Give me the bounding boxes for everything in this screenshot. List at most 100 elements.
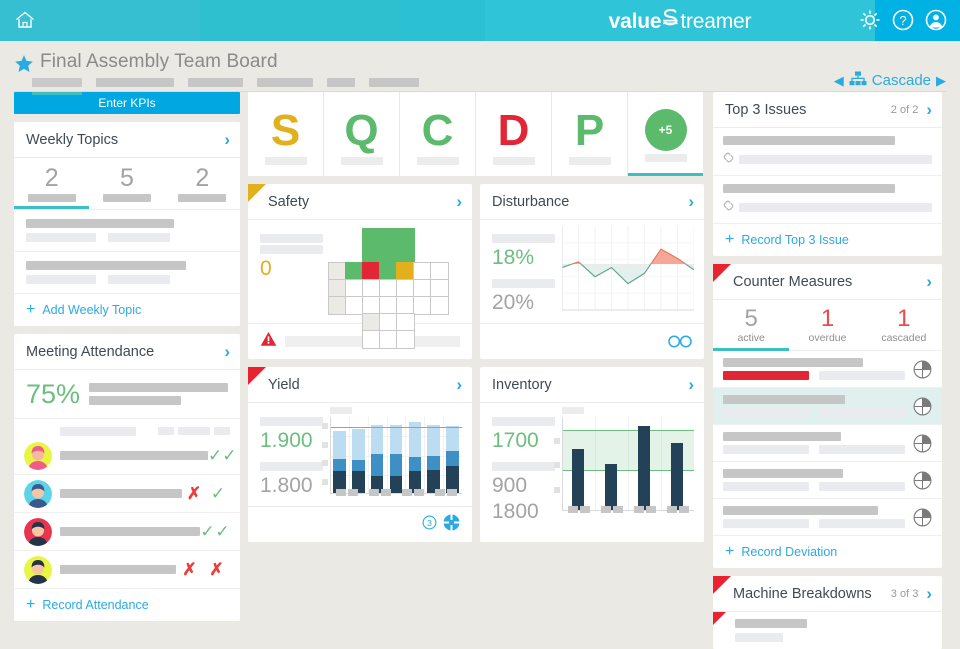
placeholder-label (492, 462, 555, 471)
counter-measures-stat-cascaded[interactable]: 1 cascaded (866, 300, 942, 350)
inventory-bar[interactable] (604, 464, 617, 511)
glasses-icon[interactable] (668, 335, 692, 348)
triangle-left-icon[interactable]: ◀ (834, 73, 844, 89)
yield-bar-segment (408, 457, 422, 471)
user-circle-icon[interactable] (924, 8, 948, 37)
board-tab[interactable] (369, 78, 419, 92)
counter-measure-row[interactable] (713, 499, 942, 536)
cross-icon[interactable]: ✗ (203, 561, 230, 578)
yield-bar[interactable] (352, 417, 365, 494)
check-icon[interactable]: ✓ (206, 485, 230, 502)
check-icon[interactable]: ✓ (208, 447, 222, 464)
attendance-row[interactable]: ✗ ✗ (14, 551, 240, 589)
disturbance-chart[interactable] (561, 226, 695, 313)
question-circle-icon[interactable]: ? (891, 8, 915, 37)
safety-cell[interactable] (396, 330, 415, 349)
chevron-right-icon[interactable]: › (926, 273, 932, 290)
sqcdp-tile-C[interactable]: C (400, 92, 475, 176)
board-tab[interactable] (257, 78, 313, 92)
check-icon[interactable]: ✓ (222, 447, 236, 464)
chevron-right-icon[interactable]: › (224, 343, 230, 360)
chevron-right-icon[interactable]: › (224, 131, 230, 148)
board-tab[interactable] (327, 78, 355, 92)
sqcdp-tile-D[interactable]: D (476, 92, 551, 176)
chevron-right-icon[interactable]: › (456, 376, 462, 393)
home-icon[interactable] (14, 10, 36, 30)
attendance-row[interactable]: ✓ ✓ (14, 437, 240, 475)
safety-cell[interactable] (430, 296, 449, 315)
chevron-right-icon[interactable]: › (926, 585, 932, 602)
counter-measure-row[interactable] (713, 388, 942, 425)
safety-cross-grid[interactable] (328, 228, 449, 349)
triangle-right-icon[interactable]: ▶ (936, 73, 946, 89)
link-icon[interactable] (723, 198, 734, 216)
weekly-topic-row[interactable] (14, 252, 240, 294)
check-icon[interactable]: ✓ (215, 523, 230, 540)
attendance-row[interactable]: ✗ ✓ (14, 475, 240, 513)
top-3-issues-header: Top 3 Issues 2 of 2 › (713, 92, 942, 128)
pie-progress-icon[interactable] (913, 397, 932, 416)
yield-actual: 1.900 (260, 429, 313, 452)
weekly-topic-counter-0[interactable]: 2 (14, 164, 90, 209)
inventory-bar[interactable] (571, 449, 584, 511)
attendance-row[interactable]: ✓ ✓ (14, 513, 240, 551)
counter-measure-row[interactable] (713, 351, 942, 388)
record-deviation-button[interactable]: + Record Deviation (713, 536, 942, 568)
issue-row[interactable] (713, 176, 942, 224)
record-attendance-button[interactable]: + Record Attendance (14, 589, 240, 621)
enter-kpis-button[interactable]: Enter KPIs (14, 92, 240, 114)
chevron-right-icon[interactable]: › (688, 376, 694, 393)
sqcdp-tile-S[interactable]: S (248, 92, 323, 176)
check-icon[interactable]: ✓ (200, 523, 215, 540)
inventory-bar[interactable] (637, 425, 650, 511)
counter-measures-stat-overdue[interactable]: 1 overdue (789, 300, 865, 350)
cross-icon[interactable]: ✗ (176, 561, 203, 578)
yield-bar[interactable] (333, 417, 346, 494)
add-weekly-topic-button[interactable]: + Add Weekly Topic (14, 294, 240, 326)
org-chart-icon (849, 71, 867, 90)
cross-icon[interactable]: ✗ (182, 485, 206, 502)
warning-triangle-icon[interactable] (260, 331, 277, 352)
counter-measures-stat-active[interactable]: 5 active (713, 300, 790, 351)
counter-measure-row[interactable] (713, 425, 942, 462)
board-tab[interactable] (188, 78, 243, 92)
issues-count: 2 of 2 (890, 103, 919, 116)
sqcdp-tile-Q[interactable]: Q (324, 92, 399, 176)
weekly-topic-counter-1[interactable]: 5 (89, 164, 164, 209)
pie-progress-icon[interactable] (913, 360, 932, 379)
chevron-right-icon[interactable]: › (688, 193, 694, 210)
status-flag-red (713, 612, 726, 625)
inventory-bar[interactable] (670, 442, 683, 511)
issue-row[interactable] (713, 128, 942, 176)
cascade-control[interactable]: ◀ Cascade ▶ (834, 71, 946, 90)
yield-bar[interactable] (370, 417, 384, 494)
counter-measure-row[interactable] (713, 462, 942, 499)
pie-progress-icon[interactable] (913, 471, 932, 490)
breakdown-row[interactable] (713, 612, 942, 649)
yield-bar[interactable] (427, 417, 440, 494)
card-title: Yield (268, 376, 300, 393)
pie-progress-icon[interactable] (913, 508, 932, 527)
yield-bar[interactable] (408, 417, 422, 494)
yield-bar[interactable] (446, 417, 459, 494)
yield-bar[interactable] (389, 417, 403, 494)
link-icon[interactable] (723, 150, 734, 168)
circled-number-icon[interactable]: 3 (422, 515, 437, 535)
gear-icon[interactable] (858, 8, 882, 37)
record-top-3-issue-button[interactable]: + Record Top 3 Issue (713, 224, 942, 256)
chevron-right-icon[interactable]: › (926, 101, 932, 118)
chevron-right-icon[interactable]: › (456, 193, 462, 210)
yield-chart[interactable] (322, 407, 462, 496)
sqcdp-tile-plus5[interactable]: +5 (628, 92, 703, 176)
star-icon[interactable] (14, 54, 34, 79)
sqcdp-tile-P[interactable]: P (552, 92, 627, 176)
app-logo[interactable]: value treamer (485, 0, 875, 41)
pie-progress-icon[interactable] (913, 434, 932, 453)
board-tab[interactable] (96, 78, 174, 92)
weekly-topic-row[interactable] (14, 210, 240, 252)
board-tab[interactable] (32, 78, 82, 95)
weekly-topic-counter-2[interactable]: 2 (165, 164, 240, 209)
app-header: value treamer ? (0, 0, 960, 41)
inventory-chart[interactable] (554, 407, 694, 513)
crosshair-icon[interactable] (443, 513, 460, 536)
